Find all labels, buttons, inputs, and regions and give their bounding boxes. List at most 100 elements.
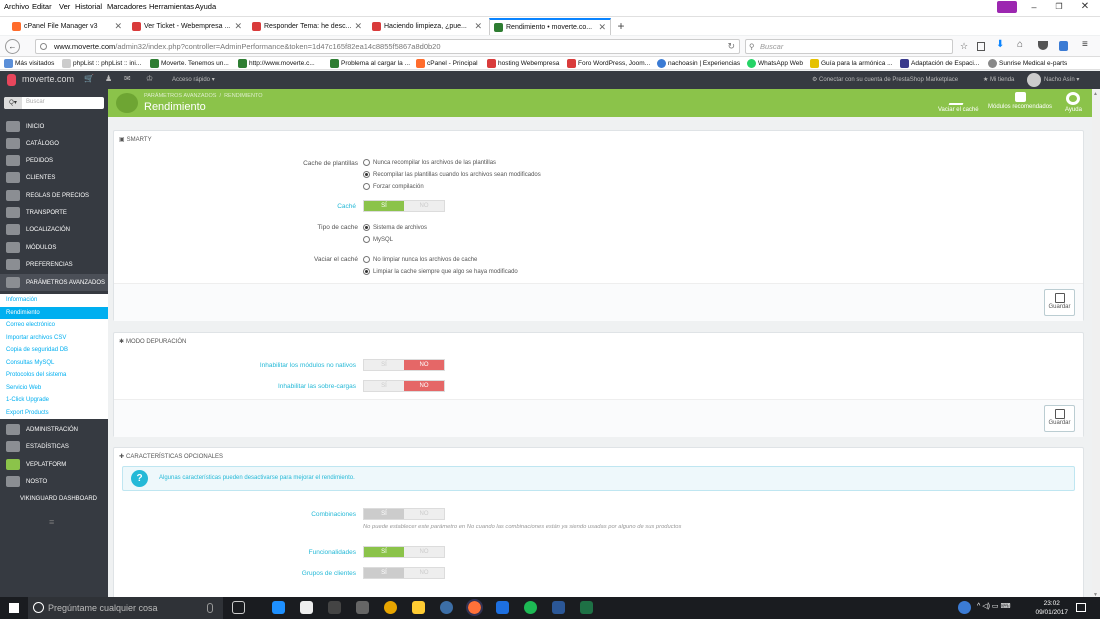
bookmark-star-icon[interactable]: ☆ bbox=[960, 41, 968, 52]
save-button[interactable]: Guardar bbox=[1044, 405, 1075, 432]
menu-editar[interactable]: Editar bbox=[32, 2, 52, 11]
template-option-force[interactable]: Forzar compilación bbox=[363, 183, 424, 190]
sidebar-item-estadisticas[interactable]: Estadísticas bbox=[0, 438, 108, 455]
close-tab-icon[interactable]: ✕ bbox=[474, 21, 482, 32]
edge-icon[interactable] bbox=[272, 601, 285, 614]
sidebar-sub-protocolos[interactable]: Protocolos del sistema bbox=[0, 369, 108, 382]
sidebar-sub-rendimiento[interactable]: Rendimiento bbox=[0, 306, 108, 319]
sidebar-item-veplatform[interactable]: VEPLATFORM bbox=[0, 456, 108, 473]
recommended-modules-button[interactable]: Módulos recomendados bbox=[988, 92, 1052, 110]
sidebar-search-input[interactable]: Q▾ Buscar bbox=[4, 97, 104, 109]
sidebar-sub-export-products[interactable]: Export Products bbox=[0, 406, 108, 419]
cache-type-filesystem[interactable]: Sistema de archivos bbox=[363, 224, 427, 231]
bookmark-item[interactable]: phpList :: phpList :: ini... bbox=[62, 59, 141, 68]
bookmark-item[interactable]: Moverte. Tenemos un... bbox=[150, 59, 229, 68]
download-icon[interactable]: ⬇ bbox=[996, 39, 1004, 50]
sidebar-sub-consultas-mysql[interactable]: Consultas MySQL bbox=[0, 356, 108, 369]
combinations-switch[interactable]: SÍ NO bbox=[363, 508, 445, 520]
microphone-icon[interactable] bbox=[207, 603, 213, 613]
sidebar-item-preferencias[interactable]: Preferencias bbox=[0, 256, 108, 273]
close-tab-icon[interactable]: ✕ bbox=[354, 21, 362, 32]
disable-non-native-switch[interactable]: SÍ NO bbox=[363, 359, 445, 371]
template-option-never[interactable]: Nunca recompilar los archivos de las pla… bbox=[363, 159, 496, 166]
clock[interactable]: 23:02 09/01/2017 bbox=[1035, 599, 1068, 617]
template-option-recompile[interactable]: Recompilar las plantillas cuando los arc… bbox=[363, 171, 541, 178]
search-bar[interactable]: ⚲ Buscar bbox=[745, 39, 953, 54]
app-icon[interactable] bbox=[496, 601, 509, 614]
word-icon[interactable] bbox=[552, 601, 565, 614]
bookmark-item[interactable]: http://www.moverte.c... bbox=[238, 59, 315, 68]
privacy-mask-icon[interactable] bbox=[997, 1, 1017, 13]
bookmark-item[interactable]: nachoasin | Experiencias bbox=[657, 59, 740, 68]
home-icon[interactable]: ⌂ bbox=[1017, 39, 1023, 50]
bookmark-item[interactable]: Más visitados bbox=[4, 59, 54, 68]
sidebar-item-clientes[interactable]: Clientes bbox=[0, 169, 108, 186]
sidebar-sub-copia-seguridad[interactable]: Copia de seguridad DB bbox=[0, 344, 108, 357]
clear-option-always[interactable]: Limpiar la cache siempre que algo se hay… bbox=[363, 268, 518, 275]
sidebar-item-administracion[interactable]: Administración bbox=[0, 421, 108, 438]
search-icon[interactable]: Q▾ bbox=[4, 97, 22, 109]
minimize-icon[interactable]: – bbox=[1028, 2, 1040, 12]
firefox-icon[interactable] bbox=[466, 599, 483, 616]
app-icon[interactable] bbox=[356, 601, 369, 614]
reading-list-icon[interactable] bbox=[977, 42, 985, 51]
chrome-icon[interactable] bbox=[384, 601, 397, 614]
url-bar[interactable]: www.moverte.com/admin32/index.php?contro… bbox=[35, 39, 740, 54]
clear-option-never[interactable]: No limpiar nunca los archivos de cache bbox=[363, 256, 477, 263]
excel-icon[interactable] bbox=[580, 601, 593, 614]
menu-historial[interactable]: Historial bbox=[75, 2, 102, 11]
menu-ayuda[interactable]: Ayuda bbox=[195, 2, 216, 11]
back-icon[interactable]: ← bbox=[5, 39, 20, 54]
cart-icon[interactable]: 🛒 bbox=[84, 74, 94, 83]
bookmark-item[interactable]: Adaptación de Espaci... bbox=[900, 59, 979, 68]
taskbar-search[interactable]: Pregúntame cualquier cosa bbox=[28, 597, 223, 619]
maximize-icon[interactable]: ❐ bbox=[1053, 2, 1065, 11]
menu-herramientas[interactable]: Herramientas bbox=[149, 2, 194, 11]
app-icon[interactable] bbox=[328, 601, 341, 614]
windows-start-icon[interactable] bbox=[9, 603, 19, 613]
tab-responder-tema[interactable]: Responder Tema: he desc... ✕ bbox=[248, 18, 366, 35]
message-icon[interactable]: ✉ bbox=[124, 74, 131, 83]
avatar[interactable] bbox=[1027, 73, 1041, 87]
hamburger-menu-icon[interactable]: ≡ bbox=[1082, 39, 1088, 50]
sidebar-sub-1click-upgrade[interactable]: 1-Click Upgrade bbox=[0, 394, 108, 407]
collapse-menu-icon[interactable]: ≡ bbox=[49, 517, 54, 527]
tray-icons[interactable]: ^ ◁) ▭ ⌨ bbox=[977, 602, 1011, 610]
sidebar-sub-informacion[interactable]: Información bbox=[0, 294, 108, 307]
menu-marcadores[interactable]: Marcadores bbox=[107, 2, 147, 11]
shop-name[interactable]: moverte.com bbox=[22, 74, 74, 84]
sidebar-item-pedidos[interactable]: Pedidos bbox=[0, 152, 108, 169]
sidebar-item-vikinguard[interactable]: VIKINGUARD DASHBOARD bbox=[0, 490, 108, 507]
scroll-up-icon[interactable]: ▲ bbox=[1093, 91, 1099, 97]
customer-groups-switch[interactable]: SÍ NO bbox=[363, 567, 445, 579]
new-tab-icon[interactable]: + bbox=[615, 19, 627, 33]
sidebar-item-transporte[interactable]: Transporte bbox=[0, 204, 108, 221]
my-shop-link[interactable]: ★ Mi tienda bbox=[983, 76, 1014, 83]
sidebar-item-modulos[interactable]: Módulos bbox=[0, 239, 108, 256]
scroll-down-icon[interactable]: ▼ bbox=[1093, 592, 1099, 598]
sidebar-item-nosto[interactable]: Nosto bbox=[0, 473, 108, 490]
disable-overrides-switch[interactable]: SÍ NO bbox=[363, 380, 445, 392]
features-switch[interactable]: SÍ NO bbox=[363, 546, 445, 558]
help-button[interactable]: Ayuda bbox=[1065, 92, 1082, 113]
user-menu[interactable]: Nacho Asín ▾ bbox=[1044, 76, 1079, 83]
bookmark-item[interactable]: hosting Webempresa bbox=[487, 59, 559, 68]
store-icon[interactable] bbox=[300, 601, 313, 614]
cache-switch[interactable]: SÍ NO bbox=[363, 200, 445, 212]
cache-type-mysql[interactable]: MySQL bbox=[363, 236, 393, 243]
tab-cpanel[interactable]: cPanel File Manager v3 ✕ bbox=[8, 18, 126, 35]
bookmark-item[interactable]: Guía para la armónica ... bbox=[810, 59, 893, 68]
tab-ver-ticket[interactable]: Ver Ticket - Webempresa ... ✕ bbox=[128, 18, 246, 35]
sidebar-item-reglas-precios[interactable]: Reglas de precios bbox=[0, 187, 108, 204]
close-tab-icon[interactable]: ✕ bbox=[234, 21, 242, 32]
sidebar-item-localizacion[interactable]: Localización bbox=[0, 221, 108, 238]
sidebar-sub-importar-csv[interactable]: Importar archivos CSV bbox=[0, 331, 108, 344]
sidebar-sub-correo[interactable]: Correo electrónico bbox=[0, 319, 108, 332]
bookmark-item[interactable]: WhatsApp Web bbox=[747, 59, 803, 68]
customer-icon[interactable]: ♟ bbox=[105, 74, 112, 83]
bookmark-item[interactable]: Sunrise Medical e-parts bbox=[988, 59, 1067, 68]
tab-rendimiento[interactable]: Rendimiento • moverte.co... ✕ bbox=[489, 18, 611, 35]
notifications-icon[interactable] bbox=[1076, 603, 1086, 612]
page-scrollbar[interactable]: ▲ ▼ bbox=[1092, 89, 1100, 598]
app-icon[interactable] bbox=[440, 601, 453, 614]
